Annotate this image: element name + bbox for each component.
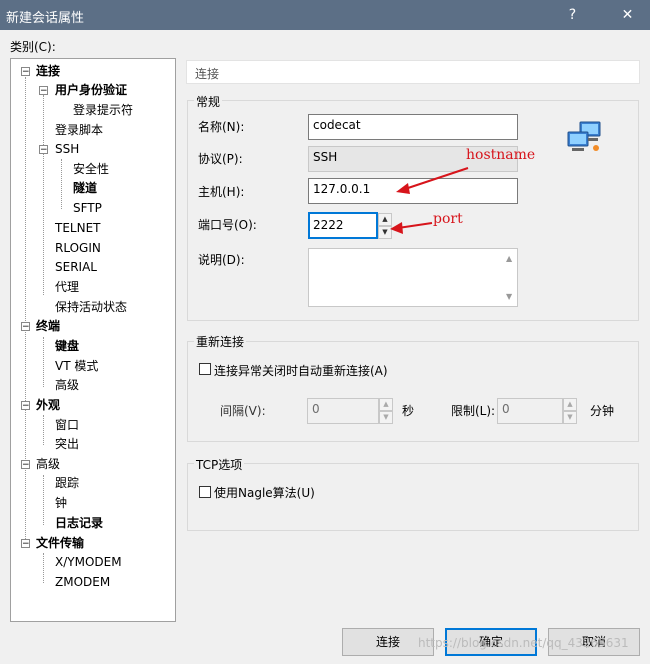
watermark: https://blog.csdn.net/qq_43265631 [418, 636, 629, 650]
category-tree[interactable]: − − − − − − − 连接 用户身份验证 登录提示符 登录脚本 SSH 安… [10, 58, 176, 622]
tree-item-login-prompt[interactable]: 登录提示符 [73, 102, 133, 118]
interval-spin-down-icon[interactable]: ▼ [379, 411, 393, 424]
auto-reconnect-checkbox[interactable] [199, 363, 211, 375]
annotation-arrows [390, 167, 469, 234]
auto-reconnect-label: 连接异常关闭时自动重新连接(A) [214, 364, 388, 378]
tree-item-logging[interactable]: 日志记录 [55, 515, 103, 531]
reconnect-group-title: 重新连接 [194, 333, 247, 350]
expander-icon[interactable]: − [21, 460, 30, 470]
port-arrowhead [390, 222, 403, 234]
window-title: 新建会话属性 [6, 11, 85, 26]
tree-item-telnet[interactable]: TELNET [55, 220, 101, 236]
tree-item-advanced[interactable]: 高级 [36, 456, 60, 472]
tree-item-tunnel[interactable]: 隧道 [73, 180, 97, 196]
close-button[interactable]: ✕ [605, 0, 650, 30]
expander-icon[interactable]: − [21, 67, 30, 77]
tree-item-appearance[interactable]: 外观 [36, 397, 60, 413]
tree-item-serial[interactable]: SERIAL [55, 259, 97, 275]
tree-item-rlogin[interactable]: RLOGIN [55, 240, 101, 256]
name-input[interactable]: codecat [308, 114, 518, 140]
tree-item-xymodem[interactable]: X/YMODEM [55, 554, 122, 570]
tree-item-trace[interactable]: 跟踪 [55, 475, 79, 491]
port-input[interactable]: 2222 [308, 212, 378, 239]
scroll-up-icon[interactable]: ▲ [506, 254, 512, 263]
tree-item-file-transfer[interactable]: 文件传输 [36, 535, 84, 551]
tree-item-terminal[interactable]: 终端 [36, 318, 60, 334]
description-textarea[interactable] [308, 248, 518, 307]
interval-label: 间隔(V): [220, 404, 266, 418]
tree-line [43, 337, 44, 387]
panel-header-title: 连接 [195, 67, 220, 81]
tree-item-login-script[interactable]: 登录脚本 [55, 122, 103, 138]
tree-line [43, 415, 44, 445]
tree-item-highlight[interactable]: 突出 [55, 436, 79, 452]
hostname-arrowhead [396, 183, 410, 194]
general-group-title: 常规 [194, 93, 223, 110]
interval-input[interactable]: 0 [307, 398, 379, 424]
panel-header: 连接 [186, 60, 640, 84]
name-label: 名称(N): [198, 120, 245, 134]
title-bar: 新建会话属性 ? ✕ [0, 0, 650, 30]
nagle-checkbox[interactable] [199, 486, 211, 498]
tree-line [43, 553, 44, 583]
limit-spin-up-icon[interactable]: ▲ [563, 398, 577, 411]
hostname-arrow [401, 167, 469, 191]
host-label: 主机(H): [198, 185, 245, 199]
interval-unit: 秒 [402, 404, 415, 418]
category-label: 类别(C): [10, 40, 56, 54]
tree-line [61, 159, 62, 209]
tree-item-proxy[interactable]: 代理 [55, 279, 79, 295]
scroll-down-icon[interactable]: ▼ [506, 292, 512, 301]
tree-item-security[interactable]: 安全性 [73, 161, 109, 177]
tree-item-zmodem[interactable]: ZMODEM [55, 574, 110, 590]
limit-input[interactable]: 0 [497, 398, 563, 424]
tree-item-vt-mode[interactable]: VT 模式 [55, 358, 98, 374]
limit-label: 限制(L): [451, 404, 496, 418]
tree-line [43, 95, 44, 295]
expander-icon[interactable]: − [21, 322, 30, 332]
expander-icon[interactable]: − [39, 86, 48, 96]
tree-item-window[interactable]: 窗口 [55, 417, 79, 433]
tree-item-bell[interactable]: 钟 [55, 495, 67, 511]
tree-line [25, 77, 26, 545]
tree-line [43, 475, 44, 525]
tcp-group-title: TCP选项 [194, 456, 245, 473]
tree-item-ssh[interactable]: SSH [55, 141, 79, 157]
limit-unit: 分钟 [590, 404, 615, 418]
port-label: 端口号(O): [198, 218, 257, 232]
help-button[interactable]: ? [550, 0, 595, 30]
tree-item-auth[interactable]: 用户身份验证 [55, 82, 127, 98]
tree-item-connection[interactable]: 连接 [36, 63, 60, 79]
description-label: 说明(D): [198, 253, 245, 267]
port-arrow [397, 222, 433, 229]
nagle-label: 使用Nagle算法(U) [214, 486, 315, 500]
interval-spin-up-icon[interactable]: ▲ [379, 398, 393, 411]
expander-icon[interactable]: − [21, 401, 30, 411]
tree-item-keepalive[interactable]: 保持活动状态 [55, 299, 127, 315]
expander-icon[interactable]: − [21, 539, 30, 549]
network-computers-icon [566, 120, 604, 156]
reconnect-group [187, 341, 639, 442]
tree-item-terminal-advanced[interactable]: 高级 [55, 377, 79, 393]
limit-spin-down-icon[interactable]: ▼ [563, 411, 577, 424]
tree-item-keyboard[interactable]: 键盘 [55, 338, 79, 354]
tree-item-sftp[interactable]: SFTP [73, 200, 102, 216]
protocol-label: 协议(P): [198, 152, 243, 166]
expander-icon[interactable]: − [39, 145, 48, 155]
